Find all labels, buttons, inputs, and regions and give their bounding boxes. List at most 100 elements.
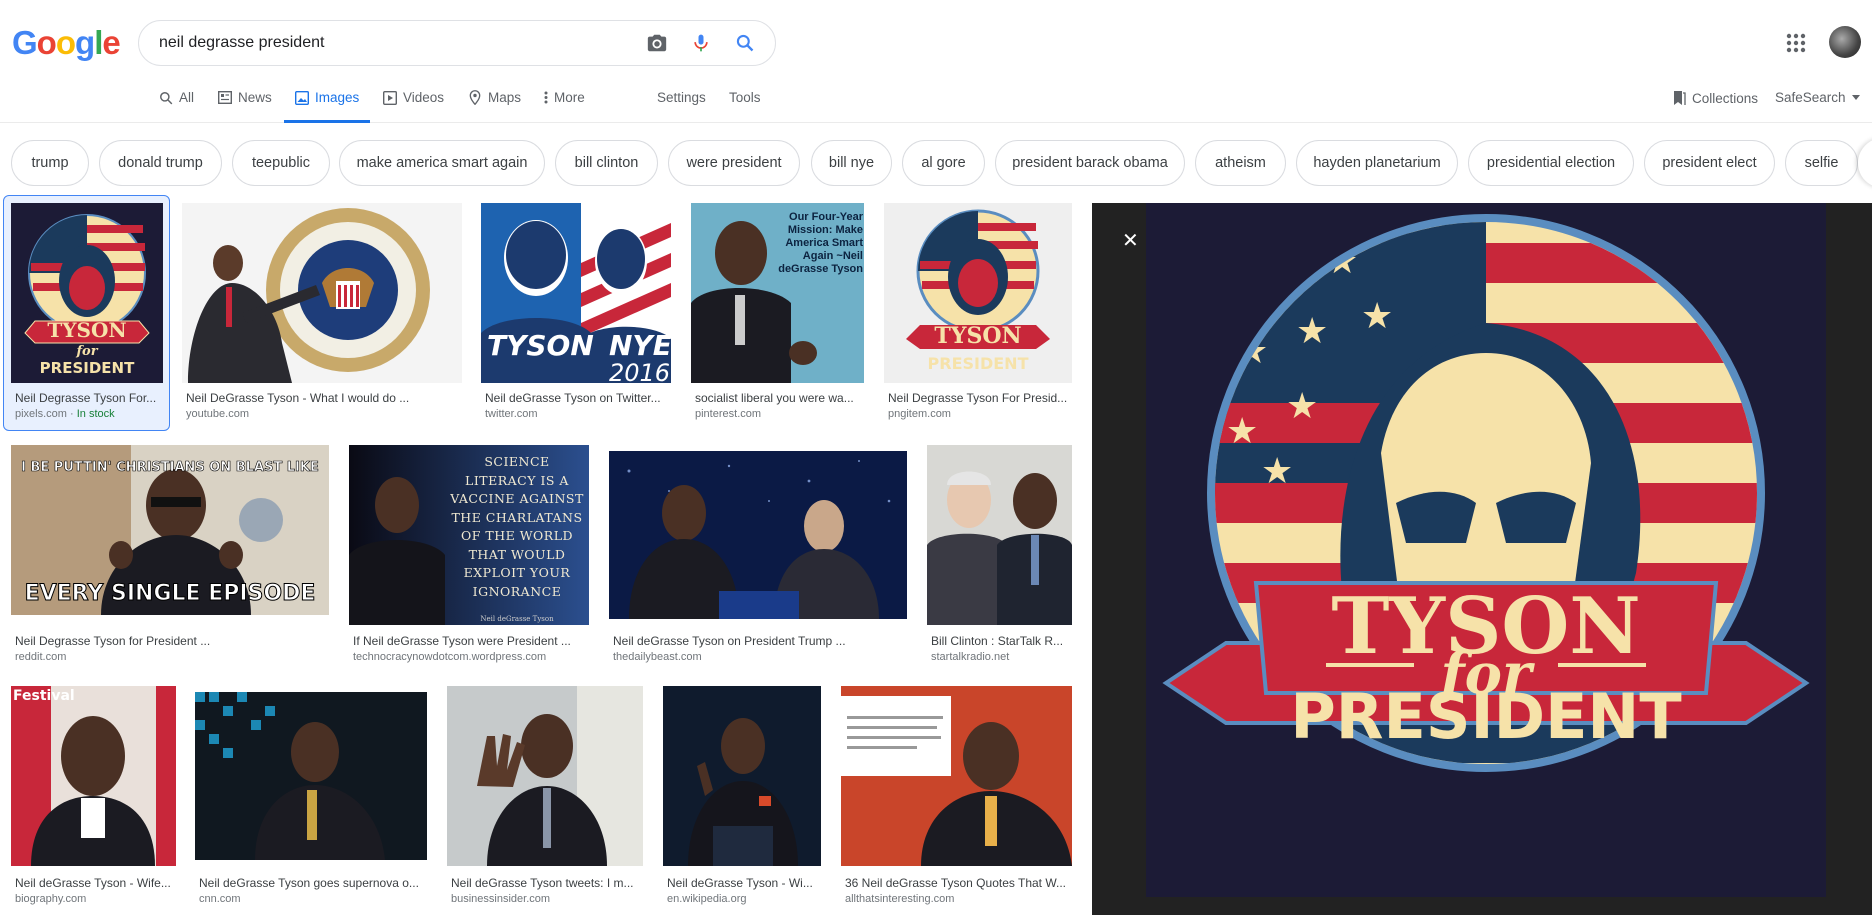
image-result[interactable]: Bill Clinton : StarTalk R... startalkrad… xyxy=(927,445,1072,667)
result-thumbnail[interactable] xyxy=(927,445,1072,625)
thumb-text: for xyxy=(75,344,98,359)
tab-all[interactable]: All xyxy=(158,90,194,123)
chip[interactable]: bill clinton xyxy=(555,140,658,186)
search-icon[interactable] xyxy=(723,21,767,65)
chip[interactable]: selfie xyxy=(1785,140,1858,186)
map-pin-icon xyxy=(467,90,482,105)
result-thumbnail[interactable]: TYSON PRESIDENT xyxy=(884,203,1072,383)
result-title[interactable]: socialist liberal you were wa... xyxy=(695,391,864,405)
image-result[interactable]: Neil deGrasse Tyson on President Trump .… xyxy=(609,445,907,667)
collections-label: Collections xyxy=(1692,90,1759,106)
tab-news[interactable]: News xyxy=(217,90,272,123)
result-title[interactable]: Neil deGrasse Tyson - Wi... xyxy=(667,876,821,890)
chips-scroll-right[interactable] xyxy=(1858,138,1872,188)
result-title[interactable]: 36 Neil deGrasse Tyson Quotes That W... xyxy=(845,876,1072,890)
result-source: youtube.com xyxy=(186,408,249,420)
result-thumbnail[interactable] xyxy=(609,451,907,619)
result-thumbnail[interactable]: Festival xyxy=(11,686,176,866)
result-thumbnail[interactable]: TYSON for PRESIDENT xyxy=(11,203,163,383)
tab-label: Maps xyxy=(488,90,522,105)
google-logo[interactable]: Google xyxy=(12,24,121,62)
result-title[interactable]: Neil Degrasse Tyson For Presid... xyxy=(888,391,1072,405)
result-title[interactable]: Neil Degrasse Tyson for President ... xyxy=(15,634,329,648)
source-domain: pixels.com xyxy=(15,408,67,420)
tab-videos[interactable]: Videos xyxy=(382,90,444,123)
collections-button[interactable]: Collections xyxy=(1672,90,1758,106)
star-icon: ★ xyxy=(1361,296,1393,337)
star-icon: ★ xyxy=(1286,386,1318,427)
chip[interactable]: president elect xyxy=(1644,140,1775,186)
image-result[interactable]: TYSON PRESIDENT Neil Degrasse Tyson For … xyxy=(884,203,1072,425)
result-thumbnail[interactable] xyxy=(447,686,643,866)
chip[interactable]: donald trump xyxy=(99,140,222,186)
microphone-icon[interactable] xyxy=(679,21,723,65)
result-thumbnail[interactable]: I BE PUTTIN' CHRISTIANS ON BLAST LIKE EV… xyxy=(11,445,329,615)
result-title[interactable]: Neil Degrasse Tyson For... xyxy=(15,391,161,405)
result-source: startalkradio.net xyxy=(931,651,1010,663)
result-title[interactable]: Neil deGrasse Tyson goes supernova o... xyxy=(199,876,427,890)
chip[interactable]: teepublic xyxy=(232,140,330,186)
chip[interactable]: trump xyxy=(11,140,89,186)
image-result[interactable]: Neil deGrasse Tyson goes supernova o... … xyxy=(195,686,427,915)
settings-link[interactable]: Settings xyxy=(657,90,706,123)
search-box[interactable] xyxy=(138,20,776,66)
tools-label: Tools xyxy=(729,90,761,105)
image-result[interactable]: 36 Neil deGrasse Tyson Quotes That W... … xyxy=(841,686,1072,915)
result-thumbnail[interactable] xyxy=(841,686,1072,866)
logo-letter: o xyxy=(36,24,57,61)
thumb-text: Our Four-Year Mission: Make America Smar… xyxy=(778,211,863,275)
result-title[interactable]: Neil deGrasse Tyson on President Trump .… xyxy=(613,634,907,648)
chip[interactable]: atheism xyxy=(1195,140,1286,186)
image-result[interactable]: TYSON NYE 2016 Neil deGrasse Tyson on Tw… xyxy=(481,203,671,425)
chip[interactable]: al gore xyxy=(902,140,985,186)
image-result[interactable]: I BE PUTTIN' CHRISTIANS ON BLAST LIKE EV… xyxy=(11,445,329,667)
safesearch-dropdown[interactable]: SafeSearch xyxy=(1775,90,1860,105)
image-result[interactable]: Festival Neil deGrasse Tyson - Wife... b… xyxy=(11,686,176,915)
star-icon: ★ xyxy=(1296,311,1328,352)
chip[interactable]: were president xyxy=(668,140,800,186)
chip[interactable]: hayden planetarium xyxy=(1296,140,1458,186)
result-thumbnail[interactable] xyxy=(663,686,821,866)
apps-grid-icon[interactable] xyxy=(1785,32,1807,54)
chip[interactable]: bill nye xyxy=(811,140,892,186)
result-title[interactable]: Neil DeGrasse Tyson - What I would do ..… xyxy=(186,391,462,405)
result-source: pngitem.com xyxy=(888,408,951,420)
result-thumbnail[interactable]: SCIENCE LITERACY IS A VACCINE AGAINST TH… xyxy=(349,445,589,625)
tab-maps[interactable]: Maps xyxy=(467,90,521,123)
tab-images[interactable]: Images xyxy=(284,90,370,123)
image-result[interactable]: TYSON for PRESIDENT Neil Degrasse Tyson … xyxy=(11,203,163,425)
image-result[interactable]: Neil deGrasse Tyson - Wi... en.wikipedia… xyxy=(663,686,821,915)
tab-more[interactable]: More xyxy=(544,90,585,123)
image-result[interactable]: Our Four-Year Mission: Make America Smar… xyxy=(691,203,864,425)
result-title[interactable]: Neil deGrasse Tyson on Twitter... xyxy=(485,391,671,405)
thumb-text: Neil deGrasse Tyson xyxy=(480,615,554,623)
result-title[interactable]: Neil deGrasse Tyson tweets: I m... xyxy=(451,876,643,890)
result-thumbnail[interactable]: TYSON NYE 2016 xyxy=(481,203,671,383)
camera-icon[interactable] xyxy=(635,21,679,65)
chip[interactable]: presidential election xyxy=(1468,140,1634,186)
result-title[interactable]: If Neil deGrasse Tyson were President ..… xyxy=(353,634,589,648)
chip-label: donald trump xyxy=(118,155,203,171)
chip[interactable]: president barack obama xyxy=(995,140,1185,186)
thumb-text: PRESIDENT xyxy=(928,354,1029,373)
tools-link[interactable]: Tools xyxy=(729,90,761,123)
result-thumbnail[interactable] xyxy=(182,203,462,383)
logo-letter: G xyxy=(12,24,38,61)
avatar[interactable] xyxy=(1829,26,1861,58)
image-result[interactable]: Neil deGrasse Tyson tweets: I m... busin… xyxy=(447,686,643,915)
chip-label: selfie xyxy=(1804,155,1839,171)
result-title[interactable]: Bill Clinton : StarTalk R... xyxy=(931,634,1072,648)
image-result[interactable]: Neil DeGrasse Tyson - What I would do ..… xyxy=(182,203,462,425)
chip[interactable]: make america smart again xyxy=(339,140,545,186)
result-thumbnail[interactable] xyxy=(195,692,427,860)
search-input[interactable] xyxy=(139,34,635,52)
chip-label: president barack obama xyxy=(1012,155,1168,171)
star-icon: ★ xyxy=(1226,411,1258,452)
image-result[interactable]: SCIENCE LITERACY IS A VACCINE AGAINST TH… xyxy=(349,445,589,667)
preview-image[interactable]: ★ ★ ★ ★ ★ ★ ★ ★ TYSON xyxy=(1146,203,1826,897)
result-thumbnail[interactable]: Our Four-Year Mission: Make America Smar… xyxy=(691,203,864,383)
result-source: pixels.com · In stock xyxy=(15,408,115,420)
result-source: technocracynowdotcom.wordpress.com xyxy=(353,651,547,663)
close-icon[interactable]: ✕ xyxy=(1122,231,1139,251)
result-title[interactable]: Neil deGrasse Tyson - Wife... xyxy=(15,876,176,890)
